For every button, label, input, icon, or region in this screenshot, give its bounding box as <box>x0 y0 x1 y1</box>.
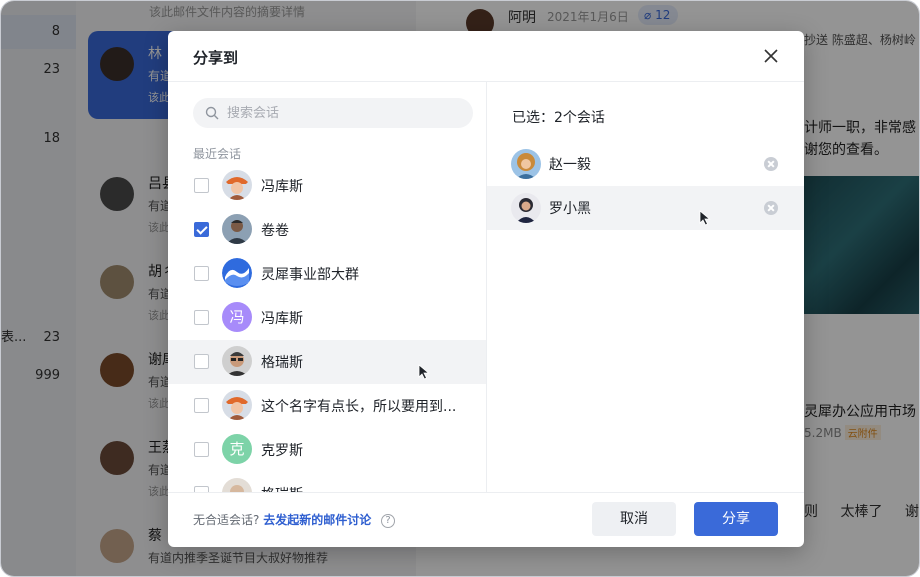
search-box[interactable] <box>193 98 473 128</box>
close-icon[interactable] <box>762 47 780 65</box>
contact-item[interactable]: 格瑞斯 <box>168 340 486 384</box>
checkbox[interactable] <box>194 178 209 193</box>
contact-item[interactable]: 冯库斯 <box>168 164 486 208</box>
avatar <box>222 170 252 200</box>
checkbox[interactable] <box>194 398 209 413</box>
contact-item[interactable]: 卷卷 <box>168 208 486 252</box>
share-dialog: 分享到 最近会话 冯库斯 <box>168 31 804 547</box>
footer-prompt: 无合适会话? 去发起新的邮件讨论 ? <box>193 511 396 528</box>
contact-name: 格瑞斯 <box>261 484 303 492</box>
app-window: 8 23 18 表... 23 999 该此邮件文件内容的摘要详情 林 有道 该此… <box>0 0 920 577</box>
contact-name: 冯库斯 <box>261 311 303 327</box>
selected-name: 赵一毅 <box>549 157 591 173</box>
avatar: 冯 <box>222 302 252 332</box>
new-discussion-link[interactable]: 去发起新的邮件讨论 <box>263 513 371 527</box>
remove-icon[interactable] <box>764 201 778 215</box>
group-logo-icon <box>222 258 252 288</box>
avatar <box>511 193 541 223</box>
checkbox[interactable] <box>194 266 209 281</box>
avatar: 克 <box>222 434 252 464</box>
contact-item[interactable]: 克 克罗斯 <box>168 428 486 472</box>
checkbox-checked[interactable] <box>194 222 209 237</box>
dialog-title: 分享到 <box>193 49 239 67</box>
avatar <box>222 390 252 420</box>
contact-item[interactable]: 冯 冯库斯 <box>168 296 486 340</box>
selected-name: 罗小黑 <box>549 201 591 217</box>
contact-name: 卷卷 <box>261 223 289 239</box>
help-icon[interactable]: ? <box>381 513 396 528</box>
mouse-cursor-icon <box>699 210 711 226</box>
share-button[interactable]: 分享 <box>694 502 778 536</box>
contact-name: 冯库斯 <box>261 179 303 195</box>
avatar <box>222 214 252 244</box>
mouse-cursor-icon <box>418 364 430 380</box>
divider <box>168 492 804 493</box>
recent-section-label: 最近会话 <box>193 147 242 161</box>
search-input[interactable] <box>227 98 457 128</box>
cancel-button[interactable]: 取消 <box>592 502 676 536</box>
contact-item[interactable]: 这个名字有点长，所以要用到... <box>168 384 486 428</box>
contact-name: 克罗斯 <box>261 443 303 459</box>
contact-item[interactable]: 灵犀事业部大群 <box>168 252 486 296</box>
contact-picker: 最近会话 冯库斯 卷卷 灵犀事业部大群 <box>168 82 486 492</box>
checkbox[interactable] <box>194 310 209 325</box>
contact-item[interactable]: 格瑞斯 <box>168 472 486 492</box>
contact-name: 这个名字有点长，所以要用到... <box>261 399 457 415</box>
selected-item: 罗小黑 <box>487 186 804 230</box>
selected-count-label: 已选：2个会话 <box>512 110 605 126</box>
avatar <box>222 346 252 376</box>
contact-name: 格瑞斯 <box>261 355 303 371</box>
avatar <box>511 149 541 179</box>
checkbox[interactable] <box>194 354 209 369</box>
avatar <box>222 478 252 492</box>
remove-icon[interactable] <box>764 157 778 171</box>
search-icon <box>205 106 219 120</box>
selected-panel: 已选：2个会话 赵一毅 罗小黑 <box>487 82 804 492</box>
contact-name: 灵犀事业部大群 <box>261 267 359 283</box>
checkbox[interactable] <box>194 442 209 457</box>
selected-item: 赵一毅 <box>487 142 804 186</box>
